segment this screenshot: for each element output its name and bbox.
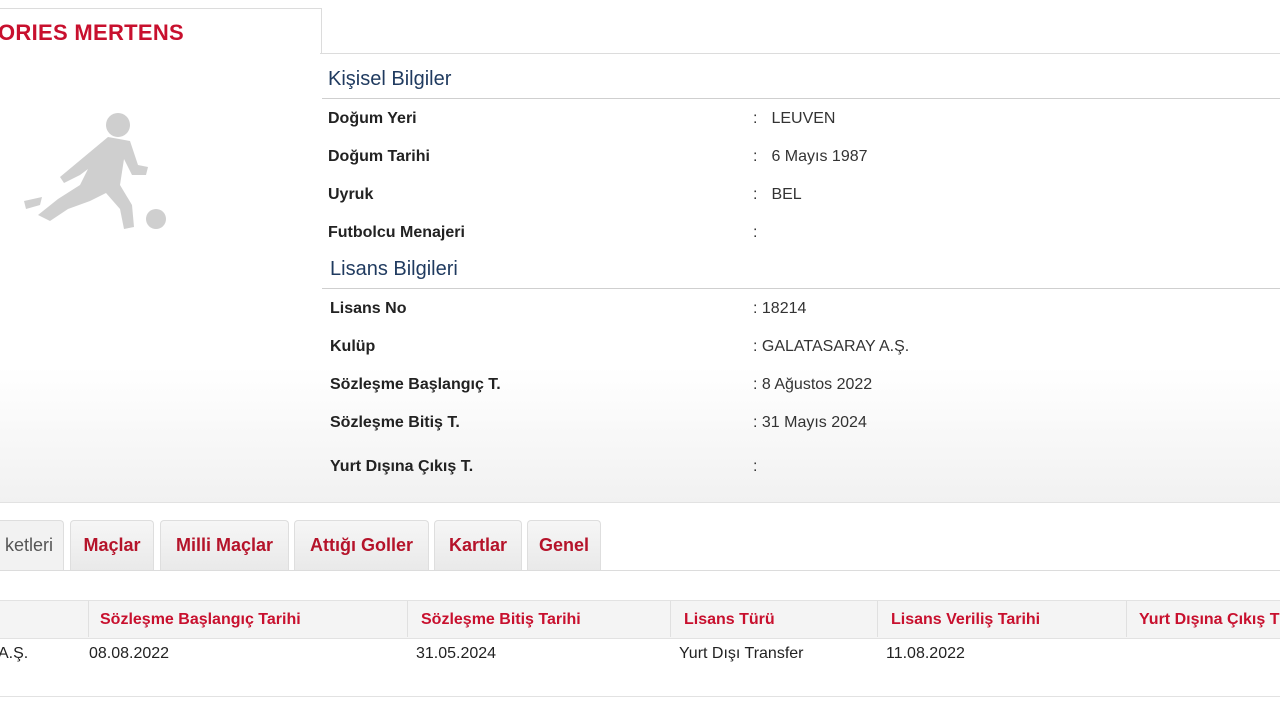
club-label: Kulüp: [330, 338, 376, 355]
license-no-label: Lisans No: [330, 300, 407, 317]
header-license-type[interactable]: Lisans Türü: [684, 611, 775, 629]
cell-license-issue-date: 11.08.2022: [886, 645, 965, 662]
header-contract-end[interactable]: Sözleşme Bitiş Tarihi: [421, 611, 581, 629]
contract-end-value: : 31 Mayıs 2024: [753, 414, 867, 431]
agent-value: :: [753, 224, 758, 241]
player-name: ORIES MERTENS: [0, 20, 185, 45]
nationality-value: : BEL: [753, 186, 802, 203]
column-separator: [670, 601, 671, 637]
player-info-panel: [0, 54, 1280, 503]
contract-start-value: : 8 Ağustos 2022: [753, 376, 873, 393]
column-separator: [877, 601, 878, 637]
contract-start-label: Sözleşme Başlangıç T.: [330, 376, 501, 393]
birthplace-value: : LEUVEN: [753, 110, 836, 127]
cell-license-type: Yurt Dışı Transfer: [679, 645, 804, 662]
personal-info-title: Kişisel Bilgiler: [328, 68, 452, 90]
header-contract-start[interactable]: Sözleşme Başlangıç Tarihi: [100, 611, 301, 629]
cell-club: A.Ş.: [0, 645, 29, 662]
abroad-exit-value: :: [753, 458, 758, 475]
tab-matches[interactable]: Maçlar: [70, 520, 154, 570]
tab-goals[interactable]: Attığı Goller: [294, 520, 429, 570]
tab-cards[interactable]: Kartlar: [434, 520, 522, 570]
club-value: : GALATASARAY A.Ş.: [753, 338, 910, 355]
cell-contract-start: 08.08.2022: [89, 645, 170, 662]
tab-license-history[interactable]: ketleri: [0, 520, 64, 570]
column-separator: [407, 601, 408, 637]
abroad-exit-label: Yurt Dışına Çıkış T.: [330, 458, 474, 475]
tab-general[interactable]: Genel: [527, 520, 601, 570]
player-silhouette-icon: [24, 113, 166, 229]
contract-end-label: Sözleşme Bitiş T.: [330, 414, 460, 431]
column-separator: [1126, 601, 1127, 637]
header-abroad-exit[interactable]: Yurt Dışına Çıkış T: [1139, 611, 1279, 629]
column-separator: [88, 601, 89, 637]
agent-label: Futbolcu Menajeri: [328, 224, 465, 241]
tabs-divider: [0, 570, 1280, 571]
table-bottom-divider: [0, 696, 1280, 697]
license-info-title: Lisans Bilgileri: [330, 258, 458, 280]
license-info-divider: [322, 288, 1280, 289]
birthdate-label: Doğum Tarihi: [328, 148, 430, 165]
tab-national-matches[interactable]: Milli Maçlar: [160, 520, 289, 570]
personal-info-divider: [322, 98, 1280, 99]
license-no-value: : 18214: [753, 300, 807, 317]
birthplace-label: Doğum Yeri: [328, 110, 417, 127]
nationality-label: Uyruk: [328, 186, 374, 203]
header-license-issue-date[interactable]: Lisans Veriliş Tarihi: [891, 611, 1040, 629]
birthdate-value: : 6 Mayıs 1987: [753, 148, 868, 165]
cell-contract-end: 31.05.2024: [416, 645, 497, 662]
